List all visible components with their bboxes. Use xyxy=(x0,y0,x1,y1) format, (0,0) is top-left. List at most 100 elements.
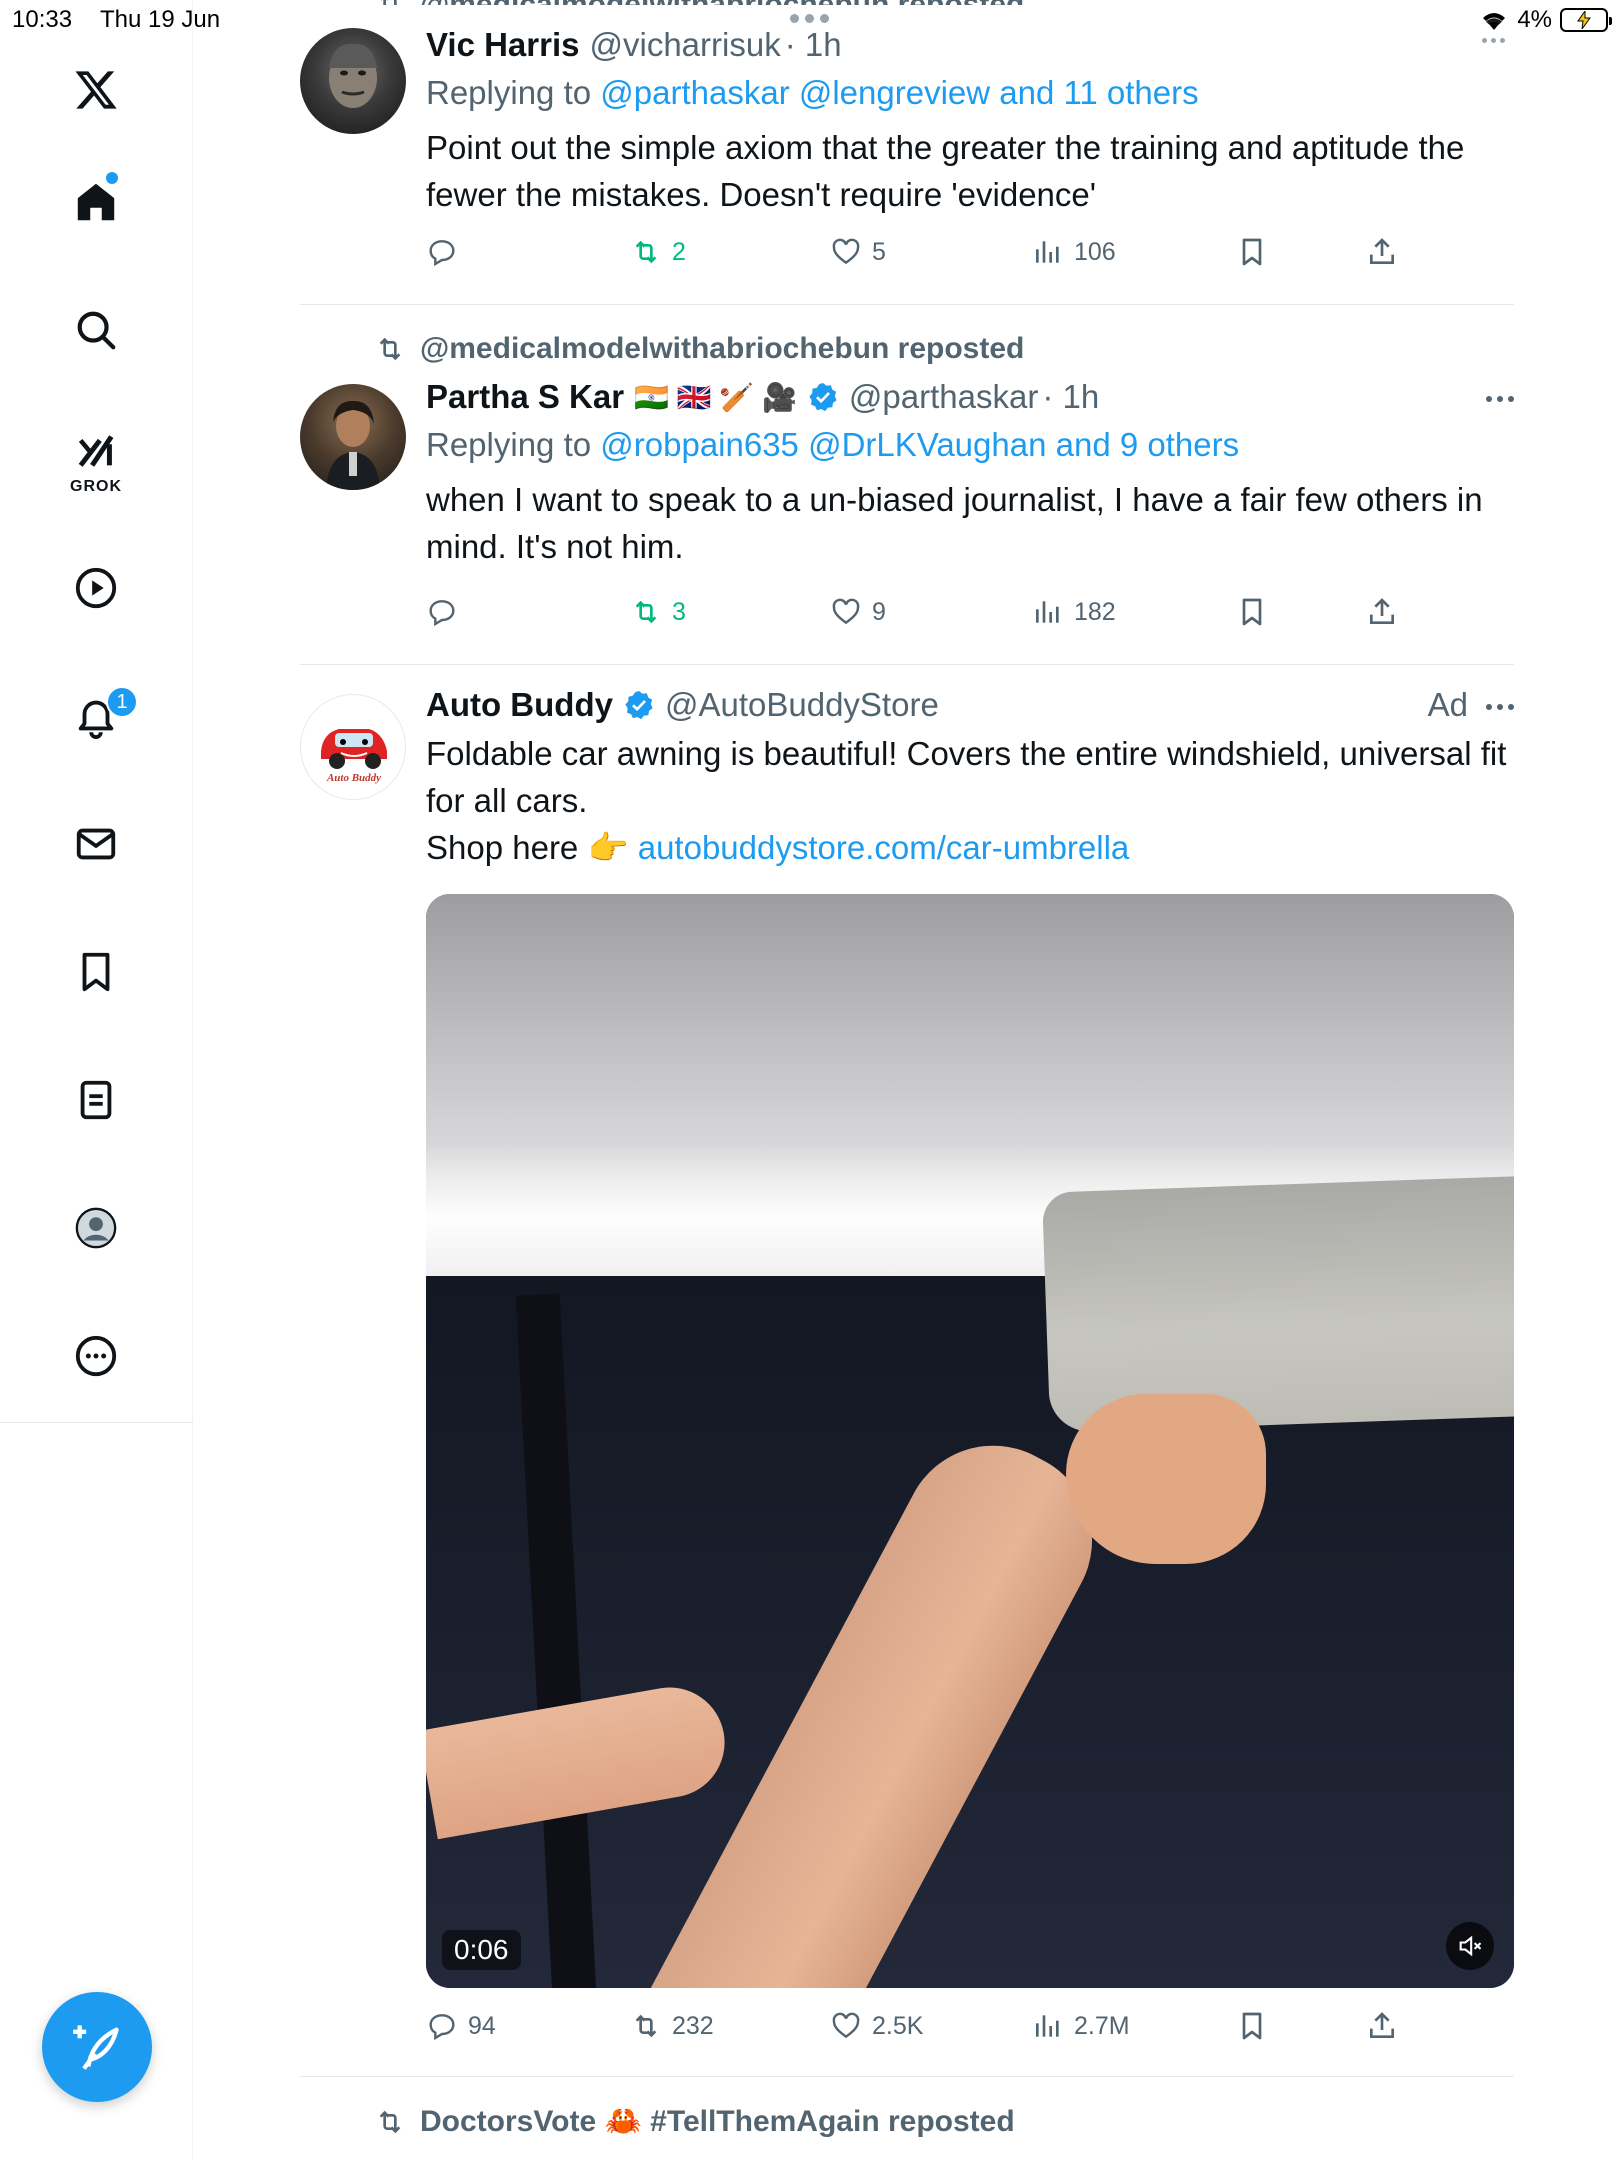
repost-icon xyxy=(635,240,657,264)
reply-button[interactable] xyxy=(426,596,458,628)
tweet-actions: 94 232 2.5K 2.7M xyxy=(426,2010,1514,2050)
bookmark-button[interactable] xyxy=(1236,2010,1268,2042)
reply-button[interactable] xyxy=(426,236,458,268)
views-button[interactable]: 2.7M xyxy=(1032,2010,1130,2042)
repost-icon xyxy=(379,337,401,361)
video-frame-hand xyxy=(1066,1394,1266,1564)
tweet-shop-line: Shop here 👉 autobuddystore.com/car-umbre… xyxy=(426,824,1514,871)
repost-indicator: DoctorsVote 🦀 #TellThemAgain reposted xyxy=(374,2104,1015,2139)
tweet-header: Auto Buddy @AutoBuddyStore xyxy=(426,686,1514,724)
profile-avatar-icon[interactable] xyxy=(66,1198,126,1258)
avatar-brand-text: Auto Buddy xyxy=(326,772,381,784)
replying-to-users[interactable]: @parthaskar @lengreview and 11 others xyxy=(600,74,1198,111)
avatar[interactable]: Auto Buddy xyxy=(300,694,406,800)
avatar[interactable] xyxy=(300,28,406,134)
user-handle[interactable]: @vicharrisuk xyxy=(590,26,781,64)
grok-label: GROK xyxy=(70,478,122,495)
sidebar: GROK 1 xyxy=(0,0,193,2160)
like-count: 2.5K xyxy=(872,2011,924,2040)
like-button[interactable]: 5 xyxy=(830,236,886,268)
share-icon xyxy=(1370,598,1394,624)
verified-badge-icon xyxy=(623,689,655,721)
replying-to-users[interactable]: @robpain635 @DrLKVaughan and 9 others xyxy=(600,426,1239,463)
tweet-vic-harris[interactable]: @medicalmodelwithabriochebun reposted Vi… xyxy=(300,0,1514,305)
views-button[interactable]: 182 xyxy=(1032,596,1116,628)
more-options-icon[interactable] xyxy=(1486,704,1514,710)
replying-to: Replying to @robpain635 @DrLKVaughan and… xyxy=(426,426,1514,464)
bookmark-icon xyxy=(1242,238,1262,266)
shop-link[interactable]: autobuddystore.com/car-umbrella xyxy=(638,829,1130,866)
user-handle[interactable]: @AutoBuddyStore xyxy=(665,686,939,724)
reply-count: 94 xyxy=(468,2011,496,2040)
avatar[interactable] xyxy=(300,384,406,490)
x-logo-icon[interactable] xyxy=(66,60,126,120)
share-button[interactable] xyxy=(1366,236,1398,268)
video-player[interactable]: 0:06 xyxy=(426,894,1514,1988)
speaker-muted-icon xyxy=(1459,1935,1482,1957)
lists-icon[interactable] xyxy=(66,1070,126,1130)
view-count: 106 xyxy=(1074,237,1116,266)
repost-icon xyxy=(635,2014,657,2038)
replying-to: Replying to @parthaskar @lengreview and … xyxy=(426,74,1514,112)
replying-to-prefix: Replying to xyxy=(426,426,601,463)
bookmark-icon[interactable] xyxy=(66,942,126,1002)
repost-button[interactable]: 232 xyxy=(630,2010,714,2042)
more-options-icon[interactable] xyxy=(66,1326,126,1386)
search-icon[interactable] xyxy=(66,300,126,360)
reply-button[interactable]: 94 xyxy=(426,2010,496,2042)
share-button[interactable] xyxy=(1366,596,1398,628)
repost-indicator: @medicalmodelwithabriochebun reposted xyxy=(374,332,1024,366)
display-name[interactable]: Auto Buddy xyxy=(426,686,613,724)
repost-count: 3 xyxy=(672,597,686,626)
repost-count: 232 xyxy=(672,2011,714,2040)
views-button[interactable]: 106 xyxy=(1032,236,1116,268)
views-chart-icon xyxy=(1036,241,1059,263)
timeline-feed: @medicalmodelwithabriochebun reposted Vi… xyxy=(300,0,1514,2160)
reply-icon xyxy=(429,2014,455,2041)
bookmark-button[interactable] xyxy=(1236,236,1268,268)
like-button[interactable]: 2.5K xyxy=(830,2010,923,2042)
replying-to-prefix: Replying to xyxy=(426,74,601,111)
heart-icon xyxy=(832,2012,860,2039)
tweet-header: Partha S Kar 🇮🇳 🇬🇧 🏏 🎥 @parthaskar · 1h xyxy=(426,378,1514,416)
display-name[interactable]: Partha S Kar xyxy=(426,378,624,416)
reply-icon xyxy=(429,600,455,627)
share-button[interactable] xyxy=(1366,2010,1398,2042)
ad-label: Ad xyxy=(1427,686,1468,723)
tweet-actions: 2 5 106 xyxy=(426,236,1514,276)
bookmark-icon xyxy=(1242,598,1262,626)
heart-icon xyxy=(832,238,860,265)
bookmark-icon xyxy=(1242,2012,1262,2040)
repost-label: @medicalmodelwithabriochebun reposted xyxy=(420,0,1025,21)
tweet-auto-buddy-ad[interactable]: Auto Buddy Auto Buddy @AutoBuddyStore Ad… xyxy=(300,664,1514,2077)
messages-envelope-icon[interactable] xyxy=(66,814,126,874)
more-options-icon[interactable] xyxy=(1486,396,1514,402)
video-icon[interactable] xyxy=(66,558,126,618)
repost-icon xyxy=(381,0,397,5)
tweet-header: Vic Harris @vicharrisuk · 1h xyxy=(426,26,1514,64)
video-timestamp: 0:06 xyxy=(442,1930,521,1970)
post-time: · 1h xyxy=(1042,378,1100,415)
tweet-text: Point out the simple axiom that the grea… xyxy=(426,129,1465,213)
repost-count: 2 xyxy=(672,237,686,266)
tweet-doctorsvote-repost[interactable]: DoctorsVote 🦀 #TellThemAgain reposted xyxy=(300,2076,1514,2160)
like-count: 9 xyxy=(872,597,886,626)
repost-button[interactable]: 3 xyxy=(630,596,686,628)
views-chart-icon xyxy=(1036,601,1059,623)
repost-label: DoctorsVote 🦀 #TellThemAgain reposted xyxy=(420,2105,1015,2138)
display-name[interactable]: Vic Harris xyxy=(426,26,580,64)
bookmark-button[interactable] xyxy=(1236,596,1268,628)
repost-label: @medicalmodelwithabriochebun reposted xyxy=(420,332,1025,365)
user-handle[interactable]: @parthaskar xyxy=(849,378,1038,416)
view-count: 2.7M xyxy=(1074,2011,1130,2040)
battery-percent: 4% xyxy=(1517,6,1552,33)
battery-icon xyxy=(1560,8,1612,32)
grok-icon[interactable] xyxy=(66,420,126,480)
tweet-partha-s-kar[interactable]: @medicalmodelwithabriochebun reposted Pa… xyxy=(300,304,1514,665)
mute-button[interactable] xyxy=(1446,1922,1494,1970)
repost-button[interactable]: 2 xyxy=(630,236,686,268)
shop-text: Shop here 👉 xyxy=(426,829,638,866)
like-button[interactable]: 9 xyxy=(830,596,886,628)
compose-post-button[interactable] xyxy=(42,1992,152,2102)
heart-icon xyxy=(832,598,860,625)
